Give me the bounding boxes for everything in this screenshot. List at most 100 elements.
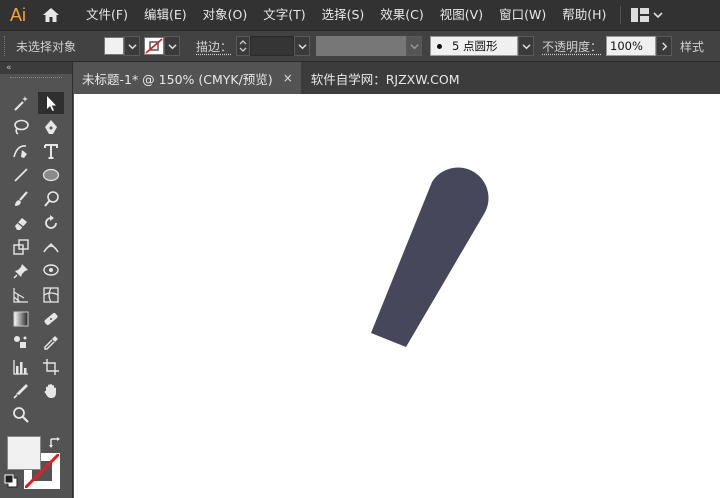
- pen-tool[interactable]: [38, 116, 64, 138]
- selection-status: 未选择对象: [16, 38, 76, 55]
- magic-wand-icon: [12, 94, 30, 112]
- perspective-grid-icon: [12, 286, 30, 304]
- bar-graph-icon: [12, 358, 30, 376]
- artboard-icon: [42, 358, 60, 376]
- stroke-dropdown[interactable]: [164, 36, 180, 56]
- eraser-icon: [12, 214, 30, 232]
- menu-object[interactable]: 对象(O): [195, 0, 256, 30]
- stroke-swatch[interactable]: [144, 37, 164, 55]
- variable-width-dropdown[interactable]: [406, 36, 422, 56]
- magnifier-icon: [12, 406, 30, 424]
- menu-select[interactable]: 选择(S): [314, 0, 373, 30]
- perspective-grid-tool[interactable]: [8, 284, 34, 306]
- shape-builder-icon: [42, 262, 60, 280]
- fill-swatch[interactable]: [104, 37, 124, 55]
- width-tool[interactable]: [38, 236, 64, 258]
- chevron-down-icon: [298, 42, 307, 51]
- shaper-tool[interactable]: [38, 188, 64, 210]
- stroke-label[interactable]: 描边：: [196, 38, 232, 55]
- shaper-icon: [42, 190, 60, 208]
- ellipse-tool[interactable]: [38, 164, 64, 186]
- brush-dropdown[interactable]: [518, 36, 534, 56]
- symbol-sprayer-icon: [12, 334, 30, 352]
- eyedropper-tool[interactable]: [38, 332, 64, 354]
- line-icon: [12, 166, 30, 184]
- swap-fill-stroke-icon[interactable]: [48, 436, 62, 450]
- rotate-tool[interactable]: [38, 212, 64, 234]
- home-button[interactable]: [36, 0, 66, 30]
- curvature-tool[interactable]: [8, 140, 34, 162]
- control-bar-grip[interactable]: [4, 36, 12, 56]
- opacity-input[interactable]: 100%: [606, 36, 656, 56]
- symbol-sprayer-tool[interactable]: [8, 332, 34, 354]
- eraser-tool[interactable]: [8, 212, 34, 234]
- style-label[interactable]: 样式: [680, 38, 704, 55]
- selection-tool[interactable]: [38, 92, 64, 114]
- lasso-icon: [12, 118, 30, 136]
- mesh-tool[interactable]: [38, 284, 64, 306]
- scale-icon: [12, 238, 30, 256]
- opacity-label[interactable]: 不透明度：: [542, 38, 602, 55]
- tools-grip[interactable]: [10, 77, 62, 85]
- arrow-cursor-icon: [42, 94, 60, 112]
- menu-file[interactable]: 文件(F): [78, 0, 136, 30]
- rotate-icon: [42, 214, 60, 232]
- slice-tool[interactable]: [8, 380, 34, 402]
- stroke-weight-dropdown[interactable]: [294, 36, 310, 56]
- magic-wand-tool[interactable]: [8, 92, 34, 114]
- none-stroke-icon: [145, 38, 163, 54]
- menu-window[interactable]: 窗口(W): [491, 0, 554, 30]
- artwork-shape[interactable]: [371, 167, 489, 347]
- width-icon: [42, 238, 60, 256]
- hand-icon: [42, 382, 60, 400]
- up-down-arrows-icon: [239, 39, 247, 53]
- stroke-weight-stepper[interactable]: [236, 36, 250, 56]
- puppet-warp-tool[interactable]: [8, 260, 34, 282]
- default-fill-stroke-icon[interactable]: [4, 474, 18, 488]
- tab-watermark[interactable]: 软件自学网：RJZXW.COM: [301, 62, 468, 94]
- control-bar: 未选择对象 描边： 5 点圆形 不透明度： 100% 样式: [0, 30, 720, 62]
- tab-document[interactable]: 未标题-1* @ 150% (CMYK/预览) ×: [74, 62, 301, 94]
- tools-collapse[interactable]: «: [0, 62, 72, 74]
- tab-document-label: 未标题-1* @ 150% (CMYK/预览): [82, 69, 273, 88]
- scale-tool[interactable]: [8, 236, 34, 258]
- column-graph-tool[interactable]: [8, 356, 34, 378]
- tab-watermark-label: 软件自学网：RJZXW.COM: [311, 69, 460, 88]
- lasso-tool[interactable]: [8, 116, 34, 138]
- menu-view[interactable]: 视图(V): [432, 0, 491, 30]
- pushpin-icon: [12, 262, 30, 280]
- paintbrush-tool[interactable]: [8, 188, 34, 210]
- fill-dropdown[interactable]: [124, 36, 140, 56]
- menu-edit[interactable]: 编辑(E): [136, 0, 195, 30]
- menu-effect[interactable]: 效果(C): [372, 0, 431, 30]
- chevron-down-icon: [522, 42, 531, 51]
- chevron-down-icon: [128, 42, 137, 51]
- menu-type[interactable]: 文字(T): [255, 0, 313, 30]
- tab-close-icon[interactable]: ×: [283, 71, 293, 85]
- shape-builder-tool[interactable]: [38, 260, 64, 282]
- line-segment-tool[interactable]: [8, 164, 34, 186]
- bandage-icon: [42, 310, 60, 328]
- workspace-switcher[interactable]: [625, 0, 669, 30]
- app-logo[interactable]: Ai: [0, 0, 36, 30]
- variable-width-profile[interactable]: [316, 36, 406, 56]
- menu-help[interactable]: 帮助(H): [554, 0, 614, 30]
- type-tool[interactable]: [38, 140, 64, 162]
- brush-definition-label: 5 点圆形: [452, 38, 497, 54]
- eyedropper-icon: [42, 334, 60, 352]
- home-icon: [42, 6, 60, 24]
- chevron-down-icon: [653, 10, 663, 20]
- blend-tool[interactable]: [38, 308, 64, 330]
- brush-definition[interactable]: 5 点圆形: [430, 36, 518, 56]
- brush-dot-icon: [437, 44, 442, 49]
- opacity-arrow[interactable]: [656, 36, 672, 56]
- stroke-weight-input[interactable]: [250, 36, 294, 56]
- fill-color-front[interactable]: [7, 436, 41, 470]
- document-tab-bar: 未标题-1* @ 150% (CMYK/预览) × 软件自学网：RJZXW.CO…: [74, 62, 720, 94]
- artboard-canvas[interactable]: [74, 94, 720, 498]
- artboard-tool[interactable]: [38, 356, 64, 378]
- zoom-tool[interactable]: [8, 404, 34, 426]
- gradient-tool[interactable]: [8, 308, 34, 330]
- artwork: [74, 94, 720, 498]
- hand-tool[interactable]: [38, 380, 64, 402]
